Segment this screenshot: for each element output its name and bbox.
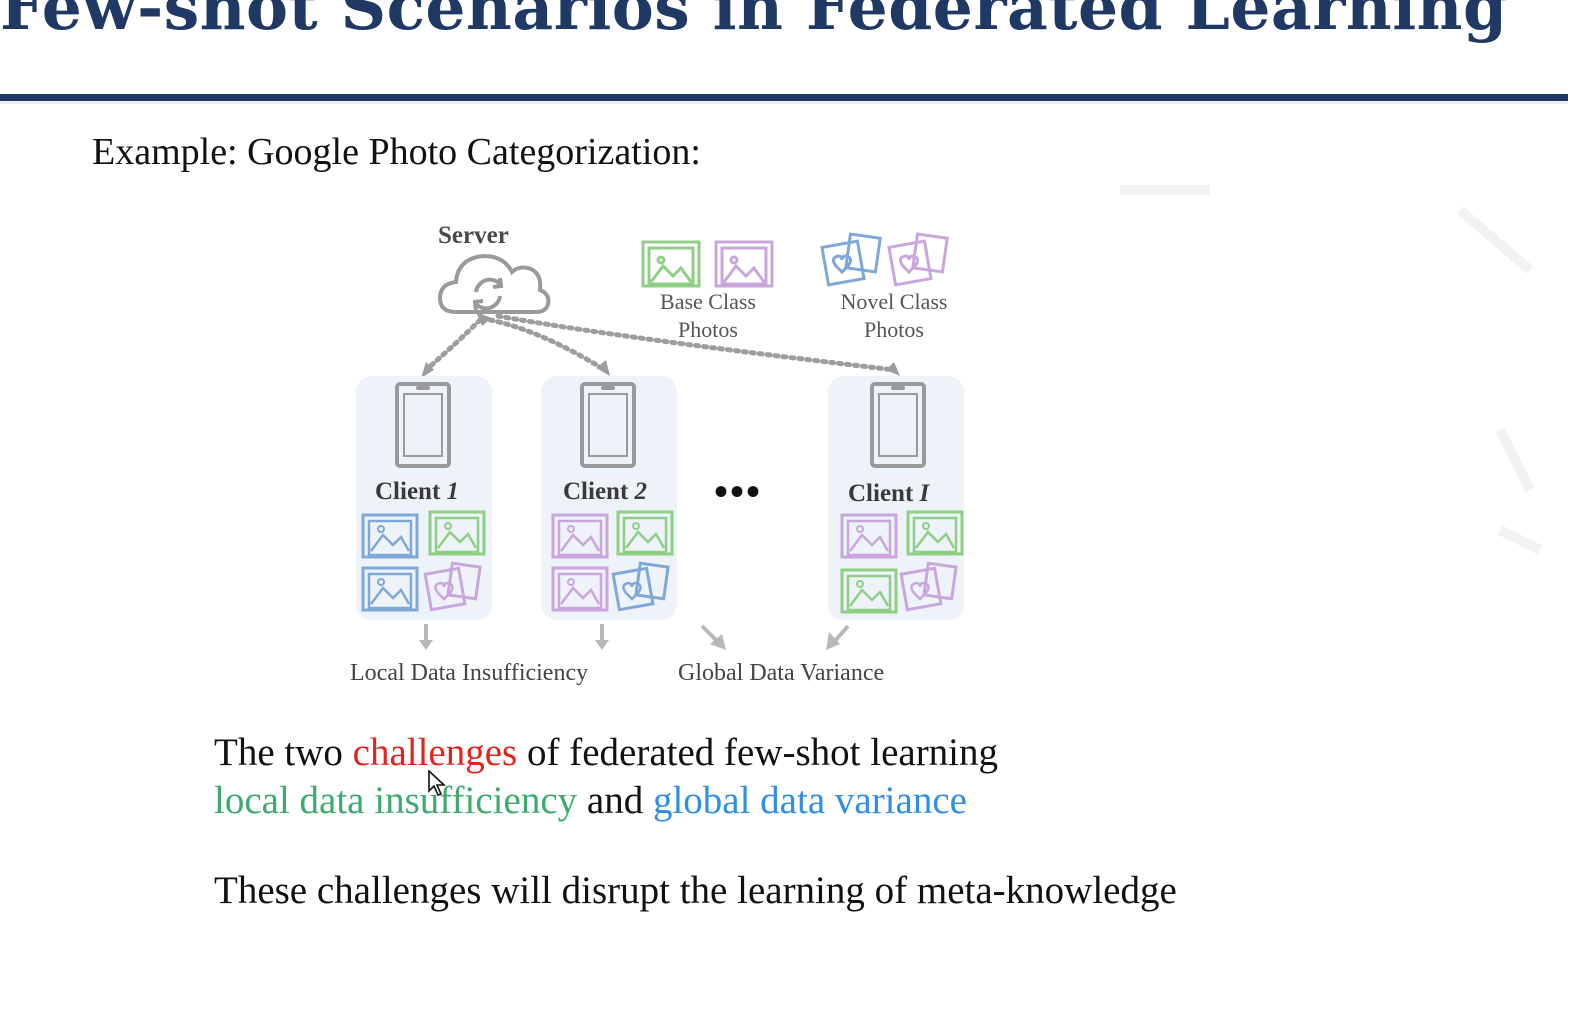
local-data-insufficiency-text: local data insufficiency	[214, 779, 578, 822]
federated-diagram: Server Base Class Photos Novel Class Pho…	[320, 210, 1000, 710]
and-text: and	[577, 779, 653, 822]
title-divider-shadow	[0, 101, 1568, 104]
challenges-suffix: of federated few-shot learning	[517, 731, 999, 774]
mouse-cursor-icon	[428, 770, 446, 796]
client-2-label: Client 2	[563, 478, 647, 506]
client-2-name: Client	[563, 478, 629, 505]
base-class-photos-icon	[641, 240, 774, 288]
diagram-canvas	[356, 232, 964, 650]
challenges-prefix: The two	[214, 731, 353, 774]
title-divider	[0, 94, 1568, 101]
challenges-sentence: The two challenges of federated few-shot…	[214, 730, 998, 775]
challenge-arrows	[419, 624, 850, 650]
client-I-label: Client I	[848, 480, 929, 508]
base-class-label: Base Class Photos	[642, 288, 774, 344]
novel-class-label: Novel Class Photos	[828, 288, 960, 344]
client-1-name: Client	[375, 478, 441, 505]
more-clients-ellipsis: •••	[714, 469, 763, 514]
challenges-list: local data insufficiency and global data…	[214, 778, 967, 823]
client-1-label: Client 1	[375, 478, 459, 506]
slide: Few-shot Scenarios in Federated Learning…	[0, 0, 1574, 1028]
client-I-name: Client	[848, 480, 914, 507]
cloud-sync-icon	[437, 253, 551, 314]
disrupt-sentence: These challenges will disrupt the learni…	[214, 869, 1177, 912]
global-data-variance-text: global data variance	[652, 779, 967, 822]
client-1-index: 1	[446, 478, 460, 505]
background-decoration	[1120, 185, 1543, 555]
challenges-highlight: challenges	[352, 731, 518, 774]
example-heading: Example: Google Photo Categorization:	[92, 131, 701, 173]
novel-class-photos-icon	[820, 232, 949, 287]
novel-class-label-line1: Novel Class	[840, 289, 948, 314]
global-data-variance-label: Global Data Variance	[678, 660, 885, 686]
base-class-label-line2: Photos	[678, 317, 738, 342]
base-class-label-line1: Base Class	[660, 289, 756, 314]
slide-title: Few-shot Scenarios in Federated Learning	[0, 0, 1508, 44]
client-I-index: I	[919, 480, 930, 507]
local-data-insufficiency-label: Local Data Insufficiency	[350, 660, 589, 686]
novel-class-label-line2: Photos	[864, 317, 924, 342]
client-2-index: 2	[634, 478, 648, 505]
server-label: Server	[438, 222, 509, 249]
